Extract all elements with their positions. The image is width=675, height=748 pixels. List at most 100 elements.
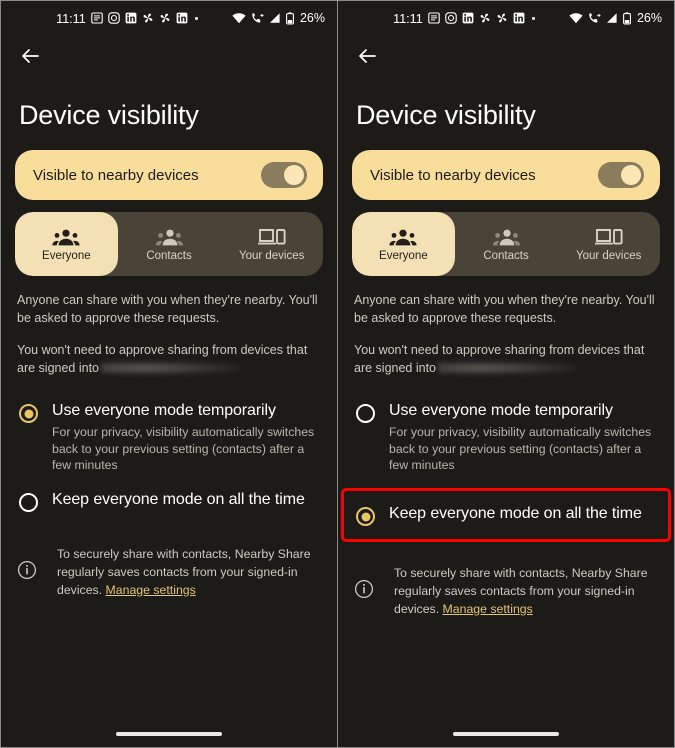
option-title: Keep everyone mode on all the time: [389, 505, 642, 523]
messages-icon: [90, 12, 103, 24]
toggle-knob: [284, 165, 304, 186]
visibility-scope-segmented-control: Everyone Contacts Your devices: [352, 212, 660, 277]
option-text: Keep everyone mode on all the time: [52, 490, 321, 510]
linkedin-icon: [462, 12, 474, 24]
top-app-bar: [1, 35, 337, 81]
segment-your-devices[interactable]: Your devices: [557, 212, 660, 276]
wifi-icon: [232, 12, 246, 24]
note-text: To securely share with contacts, Nearby …: [394, 565, 656, 618]
back-arrow-icon: [19, 45, 41, 72]
right-panel: 11:11 26% Device visibility Visible to n…: [338, 1, 674, 747]
segment-everyone-label: Everyone: [379, 249, 428, 262]
segment-your-devices-label: Your devices: [575, 249, 642, 262]
radio-button-icon[interactable]: [19, 404, 38, 424]
overflow-dot-icon: [531, 16, 535, 20]
option-title: Keep everyone mode on all the time: [52, 491, 305, 509]
segment-contacts[interactable]: Contacts: [118, 212, 221, 276]
status-bar-left: 11:11: [393, 11, 537, 26]
everyone-mode-options: Use everyone mode temporarily For your p…: [1, 393, 337, 520]
segment-your-devices[interactable]: Your devices: [220, 212, 323, 276]
description-paragraph-1: Anyone can share with you when they're n…: [354, 293, 655, 326]
status-bar-right: 26%: [232, 11, 325, 25]
group-people-icon: [52, 227, 80, 247]
signal-icon: [606, 12, 618, 24]
status-bar-right: 26%: [569, 11, 662, 25]
option-text: Keep everyone mode on all the time: [389, 504, 658, 524]
battery-icon: [286, 11, 294, 25]
segment-contacts-label: Contacts: [483, 249, 529, 262]
everyone-mode-options: Use everyone mode temporarily For your p…: [338, 393, 674, 543]
segment-everyone[interactable]: Everyone: [15, 212, 118, 277]
messages-icon: [427, 12, 440, 24]
visibility-toggle[interactable]: [261, 162, 307, 189]
battery-percent: 26%: [299, 11, 325, 25]
home-indicator[interactable]: [453, 732, 559, 736]
manage-settings-link[interactable]: Manage settings: [106, 583, 196, 597]
segment-everyone-label: Everyone: [42, 249, 91, 262]
option-use-everyone-mode-temporarily[interactable]: Use everyone mode temporarily For your p…: [7, 393, 331, 482]
call-forward-icon: [251, 12, 264, 24]
pinwheel-icon: [142, 12, 154, 24]
option-description: For your privacy, visibility automatical…: [389, 424, 652, 473]
back-button[interactable]: [15, 43, 45, 73]
page-title: Device visibility: [356, 100, 536, 130]
left-panel: 11:11 26% Device visibility Visible to n…: [1, 1, 337, 747]
option-keep-everyone-mode-on-all-the-time[interactable]: Keep everyone mode on all the time: [7, 482, 331, 520]
linkedin-icon: [176, 12, 188, 24]
radio-button-icon[interactable]: [356, 507, 375, 527]
pinwheel-icon: [479, 12, 491, 24]
status-bar: 11:11 26%: [1, 1, 337, 35]
segment-contacts[interactable]: Contacts: [455, 212, 558, 276]
option-description: For your privacy, visibility automatical…: [52, 424, 315, 473]
option-keep-everyone-mode-on-all-the-time[interactable]: Keep everyone mode on all the time: [341, 488, 671, 543]
laptop-phone-icon: [594, 227, 623, 247]
visible-to-nearby-devices-row[interactable]: Visible to nearby devices: [352, 150, 660, 201]
manage-settings-link[interactable]: Manage settings: [443, 602, 533, 616]
description-paragraph-2: You won't need to approve sharing from d…: [354, 342, 658, 378]
visible-to-nearby-devices-label: Visible to nearby devices: [370, 166, 536, 184]
call-forward-icon: [588, 12, 601, 24]
back-button[interactable]: [352, 43, 382, 73]
segment-everyone[interactable]: Everyone: [352, 212, 455, 277]
status-bar: 11:11 26%: [338, 1, 674, 35]
two-people-icon: [492, 227, 520, 247]
toggle-knob: [621, 165, 641, 186]
segment-contacts-label: Contacts: [146, 249, 192, 262]
redacted-account-name: [438, 360, 579, 375]
visibility-scope-segmented-control: Everyone Contacts Your devices: [15, 212, 323, 277]
laptop-phone-icon: [257, 227, 286, 247]
instagram-icon: [444, 12, 457, 24]
description-paragraph-2: You won't need to approve sharing from d…: [17, 342, 321, 378]
contacts-info-note: To securely share with contacts, Nearby …: [1, 546, 337, 599]
pinwheel-icon: [159, 12, 171, 24]
option-title: Use everyone mode temporarily: [389, 402, 613, 420]
overflow-dot-icon: [194, 16, 198, 20]
top-app-bar: [338, 35, 674, 81]
battery-icon: [623, 11, 631, 25]
radio-button-icon[interactable]: [356, 404, 375, 424]
contacts-info-note: To securely share with contacts, Nearby …: [338, 565, 674, 618]
visible-to-nearby-devices-label: Visible to nearby devices: [33, 166, 199, 184]
visible-to-nearby-devices-row[interactable]: Visible to nearby devices: [15, 150, 323, 201]
note-text: To securely share with contacts, Nearby …: [57, 546, 319, 599]
wifi-icon: [569, 12, 583, 24]
option-title: Use everyone mode temporarily: [52, 402, 276, 420]
description-paragraph-1: Anyone can share with you when they're n…: [17, 293, 318, 326]
status-bar-left: 11:11: [56, 11, 200, 26]
status-bar-clock: 11:11: [56, 10, 86, 26]
visibility-toggle[interactable]: [598, 162, 644, 189]
signal-icon: [269, 12, 281, 24]
home-indicator[interactable]: [116, 732, 222, 736]
option-text: Use everyone mode temporarily For your p…: [389, 401, 658, 474]
linkedin-icon: [125, 12, 137, 24]
option-text: Use everyone mode temporarily For your p…: [52, 401, 321, 474]
linkedin-icon: [513, 12, 525, 24]
option-use-everyone-mode-temporarily[interactable]: Use everyone mode temporarily For your p…: [344, 393, 668, 482]
radio-button-icon[interactable]: [19, 493, 38, 513]
group-people-icon: [389, 227, 417, 247]
screenshot-root: 11:11 26% Device visibility Visible to n…: [0, 0, 675, 748]
visibility-description: Anyone can share with you when they're n…: [1, 292, 337, 377]
info-icon: [354, 579, 374, 604]
page-title: Device visibility: [19, 100, 199, 130]
redacted-account-name: [101, 360, 242, 375]
